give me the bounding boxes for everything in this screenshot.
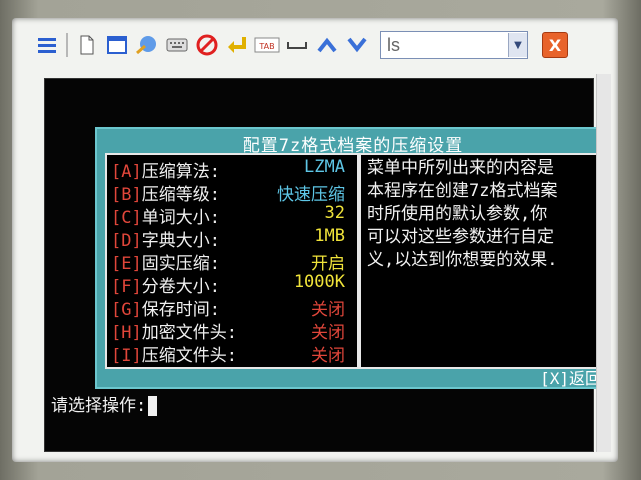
prompt-text: 请选择操作:: [51, 396, 147, 416]
option-value: 快速压缩: [277, 185, 345, 205]
toolbar-separator: [66, 33, 68, 57]
option-value: 关闭: [311, 323, 345, 343]
enter-icon[interactable]: [224, 32, 250, 58]
back-key: [X]: [540, 369, 569, 388]
option-label: 分卷大小:: [141, 277, 220, 297]
stop-icon[interactable]: [194, 32, 220, 58]
option-row[interactable]: [G]保存时间: 关闭: [111, 295, 351, 320]
text-cursor: [148, 396, 158, 416]
chevron-down-icon[interactable]: ▼: [508, 33, 527, 57]
description-pane: 菜单中所列出来的内容是 本程序在创建7z格式档案 时所使用的默认参数,你 可以对…: [359, 153, 605, 369]
option-key: [D]: [111, 231, 142, 251]
option-row[interactable]: [E]固实压缩: 开启: [111, 249, 351, 274]
option-key: [A]: [111, 162, 142, 182]
toolbar: TAB ls ▼ X: [34, 28, 616, 62]
menu-icon[interactable]: [34, 32, 60, 58]
down-arrow-icon[interactable]: [344, 32, 370, 58]
option-value: 开启: [311, 254, 345, 274]
device-screen: TAB ls ▼ X 配置7z格式档案的压缩设置 [A]压缩算法: LZMA […: [12, 18, 618, 462]
option-row[interactable]: [F]分卷大小: 1000K: [111, 272, 351, 297]
option-value: LZMA: [304, 157, 345, 177]
option-value: 1000K: [293, 272, 345, 292]
option-row[interactable]: [I]压缩文件头: 关闭: [111, 341, 351, 366]
option-label: 压缩等级:: [141, 185, 220, 205]
connect-icon[interactable]: [134, 32, 160, 58]
option-key: [I]: [111, 346, 142, 366]
option-label: 固实压缩:: [141, 254, 220, 274]
option-row[interactable]: [H]加密文件头: 关闭: [111, 318, 351, 343]
command-prompt[interactable]: 请选择操作:: [51, 391, 158, 416]
option-label: 压缩文件头:: [141, 346, 237, 366]
option-key: [B]: [111, 185, 142, 205]
option-key: [F]: [111, 277, 142, 297]
option-key: [H]: [111, 323, 142, 343]
vertical-scrollbar[interactable]: [596, 74, 611, 452]
dialog-title: 配置7z格式档案的压缩设置: [242, 136, 464, 156]
option-value: 32: [324, 203, 345, 223]
keyboard-icon[interactable]: [164, 32, 190, 58]
description-text: 菜单中所列出来的内容是 本程序在创建7z格式档案 时所使用的默认参数,你 可以对…: [367, 158, 558, 270]
option-row[interactable]: [D]字典大小: 1MB: [111, 226, 351, 251]
compression-settings-dialog: 配置7z格式档案的压缩设置 [A]压缩算法: LZMA [B]压缩等级: 快速压…: [95, 127, 611, 389]
option-row[interactable]: [C]单词大小: 32: [111, 203, 351, 228]
options-pane: [A]压缩算法: LZMA [B]压缩等级: 快速压缩 [C]单词大小: 32 …: [105, 153, 359, 369]
option-label: 字典大小:: [141, 231, 220, 251]
up-arrow-icon[interactable]: [314, 32, 340, 58]
command-combo-value[interactable]: ls: [381, 35, 508, 56]
option-value: 1MB: [314, 226, 345, 246]
option-value: 关闭: [311, 346, 345, 366]
option-row[interactable]: [B]压缩等级: 快速压缩: [111, 180, 351, 205]
option-key: [C]: [111, 208, 142, 228]
option-row[interactable]: [A]压缩算法: LZMA: [111, 157, 351, 182]
tab-icon-label: TAB: [258, 42, 274, 51]
space-icon[interactable]: [284, 32, 310, 58]
option-label: 保存时间:: [141, 300, 220, 320]
close-button[interactable]: X: [542, 32, 568, 58]
terminal-area[interactable]: 配置7z格式档案的压缩设置 [A]压缩算法: LZMA [B]压缩等级: 快速压…: [44, 78, 611, 452]
option-key: [E]: [111, 254, 142, 274]
back-button[interactable]: [X]返回: [540, 365, 601, 389]
new-doc-icon[interactable]: [74, 32, 100, 58]
option-label: 加密文件头:: [141, 323, 237, 343]
option-label: 压缩算法:: [141, 162, 220, 182]
option-key: [G]: [111, 300, 142, 320]
option-label: 单词大小:: [141, 208, 220, 228]
tab-icon[interactable]: TAB: [254, 32, 280, 58]
window-icon[interactable]: [104, 32, 130, 58]
option-value: 关闭: [311, 300, 345, 320]
command-combo[interactable]: ls ▼: [380, 31, 528, 59]
